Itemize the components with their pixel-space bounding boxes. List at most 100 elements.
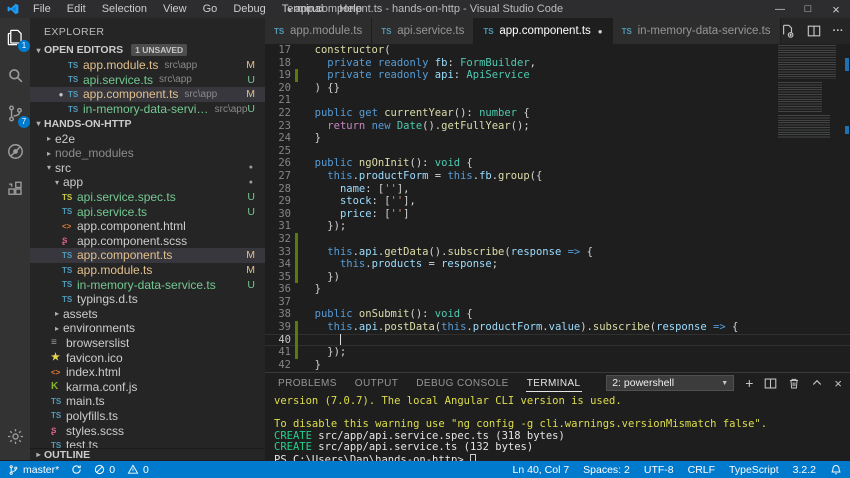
code-line[interactable]: 34 this.products = response; bbox=[265, 258, 850, 271]
code-line[interactable]: 31 }); bbox=[265, 220, 850, 233]
code-line[interactable]: 29 stock: [''], bbox=[265, 195, 850, 208]
tree-item[interactable]: TS api.service.spec.ts U bbox=[30, 190, 265, 205]
kill-terminal-trash-icon[interactable] bbox=[788, 377, 800, 390]
editor-tab-app-component-ts[interactable]: TS app.component.ts ● bbox=[474, 18, 613, 44]
tree-item[interactable]: ▸ e2e bbox=[30, 131, 265, 146]
status-item[interactable]: Ln 40, Col 7 bbox=[513, 464, 570, 476]
tree-item[interactable]: ʂ styles.scss bbox=[30, 423, 265, 438]
editor-tab-app-module-ts[interactable]: TS app.module.ts bbox=[265, 18, 373, 44]
git-branch-status[interactable]: master* bbox=[8, 464, 59, 476]
tree-item[interactable]: TS polyfills.ts bbox=[30, 409, 265, 424]
tree-item[interactable]: TS typings.d.ts bbox=[30, 292, 265, 307]
tree-item[interactable]: TS app.module.ts M bbox=[30, 263, 265, 278]
settings-gear-icon[interactable] bbox=[0, 427, 30, 446]
code-line[interactable]: 26 public ngOnInit(): void { bbox=[265, 157, 850, 170]
code-line[interactable]: 28 name: [''], bbox=[265, 183, 850, 196]
code-line[interactable]: 38 public onSubmit(): void { bbox=[265, 308, 850, 321]
code-line[interactable]: 33 this.api.getData().subscribe(response… bbox=[265, 245, 850, 259]
code-line[interactable]: 17 constructor( bbox=[265, 44, 850, 57]
tree-item[interactable]: <> app.component.html bbox=[30, 219, 265, 234]
overview-ruler[interactable] bbox=[843, 44, 850, 372]
tree-item[interactable]: TS api.service.ts U bbox=[30, 204, 265, 219]
tree-item[interactable]: ≡ browserslist bbox=[30, 336, 265, 351]
code-line[interactable]: 36 } bbox=[265, 283, 850, 296]
tree-item[interactable]: ▸ node_modules bbox=[30, 146, 265, 161]
code-line[interactable]: 40 bbox=[265, 333, 850, 347]
menu-debug[interactable]: Debug bbox=[226, 2, 272, 16]
code-line[interactable]: 22 public get currentYear(): number { bbox=[265, 107, 850, 120]
code-line[interactable]: 39 this.api.postData(this.productForm.va… bbox=[265, 321, 850, 334]
sync-status[interactable] bbox=[71, 464, 82, 475]
tree-item[interactable]: TS in-memory-data-service.ts U bbox=[30, 277, 265, 292]
panel-tab-problems[interactable]: PROBLEMS bbox=[277, 375, 338, 392]
menu-file[interactable]: File bbox=[26, 2, 58, 16]
code-line[interactable]: 18 private readonly fb: FormBuilder, bbox=[265, 57, 850, 70]
menu-edit[interactable]: Edit bbox=[60, 2, 93, 16]
code-editor[interactable]: 17 constructor(18 private readonly fb: F… bbox=[265, 44, 850, 372]
code-line[interactable]: 27 this.productForm = this.fb.group({ bbox=[265, 170, 850, 183]
folder-root-header[interactable]: ▾ HANDS-ON-HTTP bbox=[30, 116, 265, 131]
source-control-icon[interactable]: 7 bbox=[2, 100, 30, 128]
status-item[interactable]: UTF-8 bbox=[644, 464, 674, 476]
menu-terminal[interactable]: Terminal bbox=[275, 2, 331, 16]
explorer-icon[interactable]: 1 bbox=[2, 24, 30, 52]
tree-item[interactable]: ʂ app.component.scss bbox=[30, 234, 265, 249]
tree-item[interactable]: <> index.html bbox=[30, 365, 265, 380]
restore-button[interactable]: □ bbox=[794, 0, 822, 18]
notifications-bell[interactable] bbox=[830, 464, 842, 476]
split-terminal-icon[interactable] bbox=[764, 377, 777, 390]
code-line[interactable]: 30 price: [''] bbox=[265, 208, 850, 221]
code-line[interactable]: 25 bbox=[265, 145, 850, 158]
outline-header[interactable]: ▸ OUTLINE bbox=[30, 448, 265, 460]
tree-item[interactable]: ▾ app ● bbox=[30, 175, 265, 190]
tree-item[interactable]: TS app.component.ts M bbox=[30, 248, 265, 263]
open-editor-item[interactable]: TS in-memory-data-service.ts src\app U bbox=[30, 102, 265, 117]
code-line[interactable]: 21 bbox=[265, 94, 850, 107]
code-line[interactable]: 24 } bbox=[265, 132, 850, 145]
code-line[interactable]: 32 bbox=[265, 232, 850, 246]
maximize-panel-icon[interactable] bbox=[811, 377, 823, 389]
tree-item[interactable]: ★ favicon.ico bbox=[30, 350, 265, 365]
terminal-shell-select[interactable]: 2: powershell ▼ bbox=[606, 375, 735, 391]
more-actions-icon[interactable]: ··· bbox=[833, 25, 844, 37]
code-line[interactable]: 41 }); bbox=[265, 346, 850, 359]
code-line[interactable]: 42 } bbox=[265, 359, 850, 372]
open-changes-icon[interactable] bbox=[781, 24, 795, 38]
status-item[interactable]: Spaces: 2 bbox=[583, 464, 630, 476]
close-panel-icon[interactable]: × bbox=[834, 376, 842, 391]
code-line[interactable]: 23 return new Date().getFullYear(); bbox=[265, 120, 850, 133]
minimap[interactable] bbox=[778, 45, 840, 143]
tree-item[interactable]: ▾ src ● bbox=[30, 161, 265, 176]
menu-help[interactable]: Help bbox=[332, 2, 369, 16]
tree-item[interactable]: TS main.ts bbox=[30, 394, 265, 409]
new-terminal-icon[interactable]: + bbox=[745, 375, 753, 391]
editor-tab-api-service-ts[interactable]: TS api.service.ts bbox=[372, 18, 475, 44]
open-editors-header[interactable]: ▾ OPEN EDITORS 1 UNSAVED bbox=[30, 42, 265, 58]
code-line[interactable]: 35 }) bbox=[265, 270, 850, 284]
code-line[interactable]: 20 ) {} bbox=[265, 82, 850, 95]
tree-item[interactable]: Kkarma.conf.js bbox=[30, 379, 265, 394]
split-editor-icon[interactable] bbox=[807, 24, 821, 38]
open-editor-item[interactable]: ● TS app.component.ts src\app M bbox=[30, 87, 265, 102]
code-line[interactable]: 19 private readonly api: ApiService bbox=[265, 69, 850, 82]
code-line[interactable]: 37 bbox=[265, 296, 850, 309]
open-editor-item[interactable]: TS app.module.ts src\app M bbox=[30, 58, 265, 73]
errors-status[interactable]: 0 bbox=[94, 464, 115, 476]
panel-tab-debug-console[interactable]: DEBUG CONSOLE bbox=[415, 375, 509, 392]
editor-tab-in-memory-data-service-ts[interactable]: TS in-memory-data-service.ts bbox=[612, 18, 781, 44]
close-button[interactable]: × bbox=[822, 0, 850, 18]
minimize-button[interactable]: — bbox=[766, 0, 794, 18]
tree-item[interactable]: ▸ assets bbox=[30, 307, 265, 322]
status-item[interactable]: TypeScript bbox=[729, 464, 779, 476]
menu-view[interactable]: View bbox=[156, 2, 194, 16]
warnings-status[interactable]: 0 bbox=[127, 464, 149, 476]
search-icon[interactable] bbox=[2, 62, 28, 88]
debug-icon[interactable] bbox=[2, 138, 28, 164]
status-item[interactable]: 3.2.2 bbox=[793, 464, 816, 476]
status-item[interactable]: CRLF bbox=[688, 464, 715, 476]
panel-tab-output[interactable]: OUTPUT bbox=[354, 375, 400, 392]
menu-selection[interactable]: Selection bbox=[95, 2, 154, 16]
terminal-output[interactable]: version (7.0.7). The local Angular CLI v… bbox=[265, 393, 850, 466]
extensions-icon[interactable] bbox=[2, 176, 28, 202]
tree-item[interactable]: ▸ environments bbox=[30, 321, 265, 336]
